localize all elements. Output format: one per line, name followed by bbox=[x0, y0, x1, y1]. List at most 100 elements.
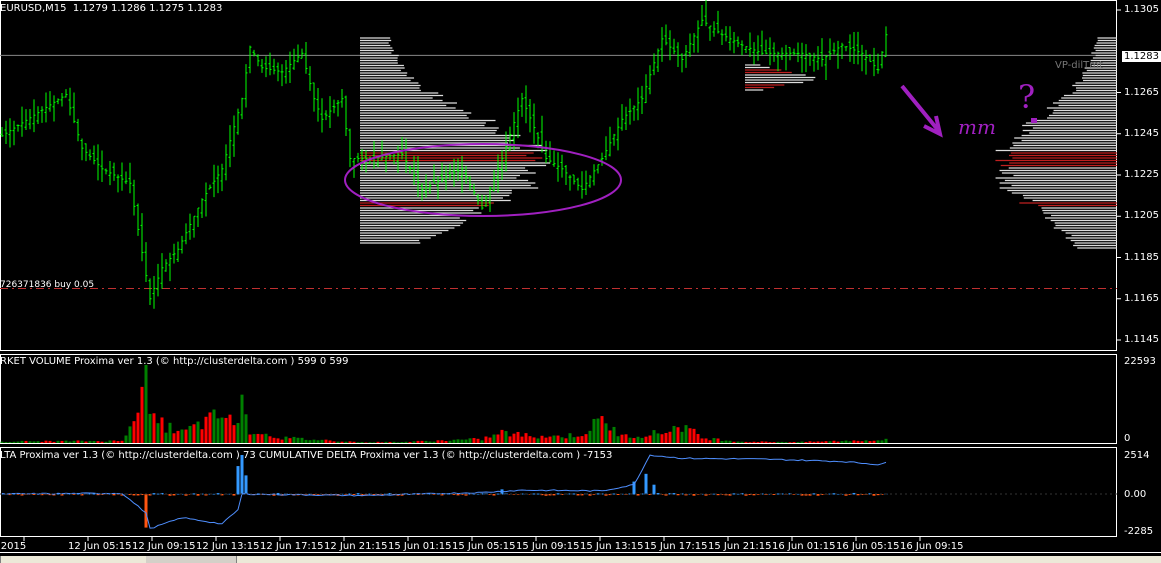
volume-bar bbox=[852, 440, 856, 443]
volume-bar bbox=[800, 441, 804, 443]
chart-tabs-bar bbox=[0, 556, 1161, 563]
volume-bar bbox=[356, 442, 360, 443]
volume-bar bbox=[472, 438, 476, 443]
volume-bar bbox=[556, 435, 560, 443]
volume-bar bbox=[596, 418, 600, 443]
volume-bar bbox=[884, 438, 888, 443]
volume-bar bbox=[632, 438, 636, 443]
time-tick-label: 16 Jun 05:15 bbox=[836, 541, 900, 552]
volume-bar bbox=[144, 365, 148, 443]
volume-bar bbox=[408, 441, 412, 443]
volume-bar bbox=[732, 441, 736, 443]
volume-bar bbox=[380, 442, 384, 443]
volume-bar bbox=[824, 441, 828, 443]
volume-bar bbox=[16, 441, 20, 443]
chart-tab[interactable] bbox=[0, 556, 146, 563]
handwritten-note: mm bbox=[958, 115, 996, 139]
volume-bar bbox=[696, 434, 700, 443]
volume-bar bbox=[168, 422, 172, 443]
volume-bar bbox=[836, 441, 840, 443]
volume-bar bbox=[384, 441, 388, 443]
volume-bar bbox=[332, 441, 336, 443]
volume-bar bbox=[32, 441, 36, 443]
volume-bar bbox=[792, 441, 796, 443]
current-price-label: 1.1283 bbox=[1122, 51, 1161, 62]
volume-bar bbox=[564, 438, 568, 443]
order-label[interactable]: 726371836 buy 0.05 bbox=[0, 280, 94, 290]
volume-bar bbox=[508, 436, 512, 443]
volume-bar bbox=[92, 440, 96, 443]
volume-bar bbox=[220, 417, 224, 443]
volume-bar bbox=[416, 440, 420, 443]
delta-bar bbox=[652, 484, 656, 495]
volume-bar bbox=[432, 441, 436, 443]
volume-bar bbox=[684, 425, 688, 443]
chart-tab[interactable] bbox=[236, 556, 1161, 563]
time-tick-label: 15 Jun 17:15 bbox=[644, 541, 708, 552]
volume-panel-frame bbox=[0, 354, 1117, 444]
volume-bar bbox=[324, 439, 328, 443]
volume-bar bbox=[764, 441, 768, 443]
delta-bar bbox=[236, 466, 240, 495]
volume-bar bbox=[420, 440, 424, 443]
volume-bar bbox=[368, 442, 372, 443]
volume-bar bbox=[528, 436, 532, 443]
volume-bar bbox=[304, 439, 308, 443]
volume-bar bbox=[156, 423, 160, 443]
volume-bar bbox=[124, 435, 128, 443]
delta-axis-max: 2514 bbox=[1124, 450, 1150, 461]
volume-bar bbox=[272, 437, 276, 443]
volume-bar bbox=[592, 418, 596, 443]
volume-bar bbox=[344, 441, 348, 443]
volume-profile-label: VP-dilTmt bbox=[1055, 60, 1103, 71]
volume-bar bbox=[320, 439, 324, 443]
time-tick-label: 12 Jun 09:15 bbox=[132, 541, 196, 552]
question-mark: ? bbox=[1018, 78, 1036, 116]
volume-bar bbox=[868, 441, 872, 443]
volume-bar bbox=[200, 429, 204, 443]
volume-bar bbox=[672, 425, 676, 443]
volume-bar bbox=[36, 441, 40, 443]
volume-bar bbox=[572, 437, 576, 443]
volume-bar bbox=[132, 421, 136, 443]
volume-bar bbox=[656, 433, 660, 443]
volume-bar bbox=[760, 441, 764, 443]
volume-bar bbox=[176, 430, 180, 443]
time-tick-label: 16 Jun 01:15 bbox=[772, 541, 836, 552]
chart-canvas[interactable] bbox=[0, 0, 1161, 556]
volume-bar bbox=[68, 441, 72, 443]
volume-bar bbox=[72, 440, 76, 443]
volume-bar bbox=[64, 440, 68, 443]
volume-bar bbox=[88, 440, 92, 443]
volume-bar bbox=[796, 442, 800, 443]
volume-bar bbox=[864, 440, 868, 443]
volume-bar bbox=[576, 436, 580, 443]
volume-bar bbox=[788, 442, 792, 443]
time-tick-label: 16 Jun 09:15 bbox=[900, 541, 964, 552]
volume-bar bbox=[300, 437, 304, 443]
volume-bar bbox=[700, 438, 704, 443]
volume-bar bbox=[516, 431, 520, 443]
volume-bar bbox=[120, 440, 124, 443]
volume-bar bbox=[104, 441, 108, 443]
time-tick-label: Jun 2015 bbox=[0, 541, 27, 552]
volume-bar bbox=[240, 394, 244, 443]
volume-bar bbox=[328, 440, 332, 443]
volume-bar bbox=[12, 441, 16, 443]
volume-bar bbox=[460, 439, 464, 443]
price-tick-label: 1.1245 bbox=[1124, 127, 1159, 139]
volume-bar bbox=[436, 440, 440, 443]
volume-bar bbox=[872, 440, 876, 443]
delta-bar bbox=[644, 473, 648, 495]
volume-bar bbox=[604, 423, 608, 443]
volume-bar bbox=[184, 429, 188, 443]
volume-bar bbox=[880, 440, 884, 443]
delta-bar bbox=[144, 494, 148, 528]
volume-axis-max: 22593 bbox=[1124, 356, 1156, 367]
volume-bar bbox=[832, 440, 836, 443]
volume-bar bbox=[340, 441, 344, 443]
volume-bar bbox=[288, 438, 292, 443]
volume-bar bbox=[208, 412, 212, 443]
volume-bar bbox=[260, 434, 264, 443]
volume-bar bbox=[772, 442, 776, 443]
